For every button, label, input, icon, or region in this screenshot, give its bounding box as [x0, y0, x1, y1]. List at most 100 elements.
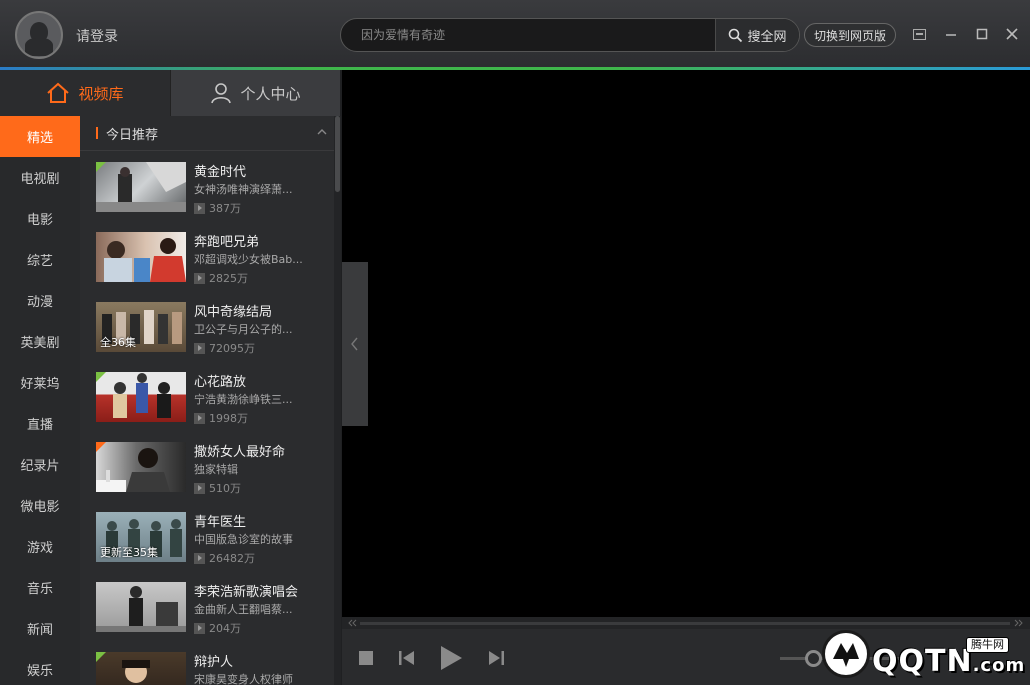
video-thumbnail	[96, 232, 186, 282]
panel-tabs: 视频库 个人中心	[0, 70, 341, 116]
maximize-icon	[976, 28, 988, 40]
search-box: 搜全网	[340, 18, 800, 52]
video-thumbnail	[96, 442, 186, 492]
item-desc: 中国版急诊室的故事	[194, 533, 293, 546]
item-views: 510万	[194, 480, 241, 496]
category-item[interactable]: 综艺	[0, 239, 80, 280]
previous-button[interactable]	[398, 650, 416, 670]
item-desc: 独家特辑	[194, 463, 238, 476]
rewind-icon	[348, 619, 357, 627]
list-item[interactable]: 更新至35集 青年医生 中国版急诊室的故事 26482万	[96, 512, 332, 574]
play-count-icon	[194, 202, 205, 214]
item-title: 撒娇女人最好命	[194, 445, 286, 460]
category-item[interactable]: 英美剧	[0, 321, 80, 362]
category-item[interactable]: 动漫	[0, 280, 80, 321]
search-input[interactable]	[341, 19, 717, 51]
item-title: 青年医生	[194, 515, 247, 530]
item-desc: 邓超调戏少女被Bab...	[194, 253, 303, 266]
category-item[interactable]: 娱乐	[0, 649, 80, 685]
minimize-button[interactable]	[942, 25, 960, 43]
next-button[interactable]	[487, 650, 505, 670]
category-item[interactable]: 直播	[0, 403, 80, 444]
video-thumbnail	[96, 652, 186, 685]
item-title: 心花路放	[194, 375, 247, 390]
list-item[interactable]: 黄金时代 女神汤唯神演绎萧... 387万	[96, 162, 332, 224]
search-button[interactable]: 搜全网	[715, 19, 799, 51]
maximize-button[interactable]	[973, 25, 991, 43]
category-item[interactable]: 好莱坞	[0, 362, 80, 403]
category-item[interactable]: 电视剧	[0, 157, 80, 198]
play-count-icon	[194, 342, 205, 354]
item-desc: 金曲新人王翻唱蔡...	[194, 603, 293, 616]
chevron-left-icon	[351, 337, 358, 351]
item-title: 李荣浩新歌演唱会	[194, 585, 299, 600]
list-item[interactable]: 全36集 风中奇缘结局 卫公子与月公子的... 72095万	[96, 302, 332, 364]
stop-icon	[359, 651, 373, 665]
video-thumbnail	[96, 372, 186, 422]
category-item[interactable]: 新闻	[0, 608, 80, 649]
collapse-panel-handle[interactable]	[342, 262, 368, 426]
category-item[interactable]: 电影	[0, 198, 80, 239]
list-scrollbar[interactable]	[334, 116, 341, 685]
stop-button[interactable]	[358, 650, 374, 670]
item-views: 2825万	[194, 270, 248, 286]
close-button[interactable]	[1003, 25, 1021, 43]
list-item[interactable]: 奔跑吧兄弟 邓超调戏少女被Bab... 2825万	[96, 232, 332, 294]
recommend-list: 今日推荐 黄金时代 女神汤唯神演绎萧... 387万 奔跑吧兄弟 邓超调戏少女被…	[80, 116, 334, 685]
category-item[interactable]: 纪录片	[0, 444, 80, 485]
category-sidebar: 精选 电视剧 电影 综艺 动漫 英美剧 好莱坞 直播 纪录片 微电影 游戏 音乐…	[0, 116, 80, 685]
episode-label: 更新至35集	[100, 546, 158, 559]
site-watermark: QQTN.com 腾牛网	[818, 628, 1028, 684]
section-header: 今日推荐	[80, 116, 334, 151]
scroll-thumb[interactable]	[335, 116, 340, 192]
mini-mode-button[interactable]	[910, 25, 928, 43]
item-title: 奔跑吧兄弟	[194, 235, 260, 250]
item-title: 黄金时代	[194, 165, 247, 180]
item-desc: 宋康昊变身人权律师	[194, 673, 293, 685]
tab-personal-center[interactable]: 个人中心	[170, 70, 340, 116]
minimize-icon	[946, 34, 956, 36]
item-title: 风中奇缘结局	[194, 305, 273, 320]
search-icon	[729, 28, 743, 42]
list-item[interactable]: 撒娇女人最好命 独家特辑 510万	[96, 442, 332, 504]
login-link[interactable]: 请登录	[76, 26, 118, 46]
category-item[interactable]: 音乐	[0, 567, 80, 608]
item-views: 72095万	[194, 340, 255, 356]
progress-track[interactable]	[360, 622, 1010, 625]
tab-label: 个人中心	[240, 84, 301, 103]
play-count-icon	[194, 412, 205, 424]
item-views: 204万	[194, 620, 241, 636]
list-item[interactable]: 辩护人 宋康昊变身人权律师	[96, 652, 332, 685]
video-thumbnail	[96, 582, 186, 632]
switch-to-web-button[interactable]: 切换到网页版	[804, 23, 896, 47]
episode-label: 全36集	[100, 336, 136, 349]
title-bar: 请登录 搜全网 切换到网页版	[0, 0, 1030, 67]
user-icon	[211, 83, 232, 104]
chevron-up-icon[interactable]	[316, 126, 328, 138]
item-desc: 宁浩黄渤徐峥铁三...	[194, 393, 293, 406]
item-title: 辩护人	[194, 655, 234, 670]
tab-label: 视频库	[78, 84, 124, 103]
category-item[interactable]: 精选	[0, 116, 80, 157]
tab-video-library[interactable]: 视频库	[0, 70, 170, 116]
play-count-icon	[194, 272, 205, 284]
item-views: 1998万	[194, 410, 248, 426]
list-item[interactable]: 心花路放 宁浩黄渤徐峥铁三... 1998万	[96, 372, 332, 434]
item-desc: 卫公子与月公子的...	[194, 323, 293, 336]
watermark-badge: 腾牛网	[966, 637, 1009, 653]
forward-icon	[1014, 619, 1023, 627]
video-player-area[interactable]	[342, 70, 1030, 617]
list-item[interactable]: 李荣浩新歌演唱会 金曲新人王翻唱蔡... 204万	[96, 582, 332, 644]
play-button[interactable]	[439, 645, 463, 675]
play-count-icon	[194, 622, 205, 634]
category-item[interactable]: 游戏	[0, 526, 80, 567]
video-thumbnail: 全36集	[96, 302, 186, 352]
play-icon	[441, 646, 462, 670]
watermark-logo-icon	[822, 630, 870, 678]
category-item[interactable]: 微电影	[0, 485, 80, 526]
item-views: 387万	[194, 200, 241, 216]
close-icon	[1006, 28, 1018, 40]
search-button-label: 搜全网	[747, 29, 787, 45]
video-thumbnail	[96, 162, 186, 212]
avatar[interactable]	[15, 11, 63, 59]
